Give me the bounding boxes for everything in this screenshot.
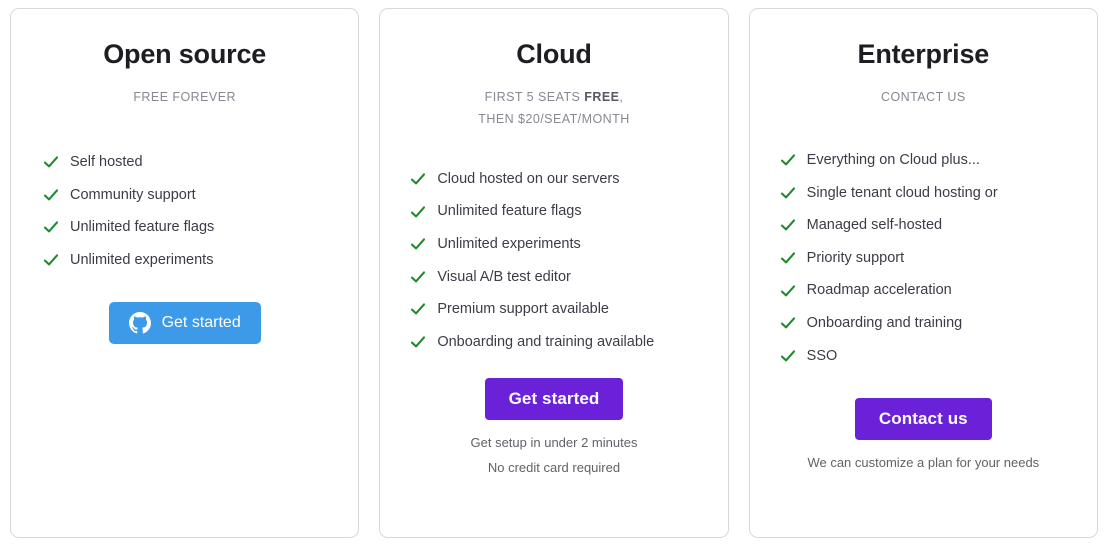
feature-item: SSO (780, 339, 1079, 372)
plan-title: Enterprise (857, 39, 990, 69)
feature-item: Unlimited experiments (410, 228, 709, 261)
check-icon (410, 171, 426, 187)
feature-label: Community support (70, 186, 196, 203)
check-icon (410, 269, 426, 285)
feature-item: Roadmap acceleration (780, 274, 1079, 307)
feature-item: Single tenant cloud hosting or (780, 177, 1079, 210)
feature-item: Community support (43, 179, 340, 212)
button-label: Get started (161, 314, 241, 332)
plan-subtitle-line1: CONTACT US (881, 90, 966, 105)
plan-title: Open source (103, 39, 267, 69)
check-icon (410, 236, 426, 252)
cta-notes: Get setup in under 2 minutes No credit c… (471, 420, 638, 480)
feature-label: Unlimited experiments (437, 236, 581, 253)
check-icon (780, 185, 796, 201)
feature-label: Onboarding and training (806, 314, 963, 331)
feature-label: Onboarding and training available (437, 333, 655, 350)
check-icon (43, 219, 59, 235)
cta-note-line: Get setup in under 2 minutes (470, 435, 638, 451)
feature-label: Premium support available (437, 301, 609, 318)
feature-label: Unlimited experiments (70, 251, 214, 268)
feature-item: Onboarding and training (780, 307, 1079, 340)
feature-item: Cloud hosted on our servers (410, 163, 709, 196)
plan-title: Cloud (516, 39, 592, 69)
feature-list: Cloud hosted on our servers Unlimited fe… (398, 131, 709, 359)
plan-card-cloud: Cloud FIRST 5 SEATS FREE, THEN $20/SEAT/… (379, 8, 729, 538)
cta-container: Get started (29, 276, 340, 345)
feature-item: Self hosted (43, 146, 340, 179)
feature-label: Self hosted (70, 153, 143, 170)
plan-subtitle: FIRST 5 SEATS FREE, THEN $20/SEAT/MONTH (478, 70, 629, 131)
feature-list: Everything on Cloud plus... Single tenan… (768, 109, 1079, 372)
cta-container: Get started Get setup in under 2 minutes… (398, 358, 709, 480)
feature-label: Everything on Cloud plus... (806, 151, 980, 168)
pricing-plans-grid: Open source FREE FOREVER Self hosted Com… (0, 0, 1108, 549)
feature-item: Visual A/B test editor (410, 261, 709, 294)
feature-label: Unlimited feature flags (70, 219, 215, 236)
feature-item: Priority support (780, 242, 1079, 275)
check-icon (780, 315, 796, 331)
button-label: Get started (508, 389, 600, 409)
check-icon (780, 250, 796, 266)
feature-label: Unlimited feature flags (437, 203, 582, 220)
cta-container: Contact us We can customize a plan for y… (768, 372, 1079, 476)
check-icon (410, 204, 426, 220)
feature-item: Managed self-hosted (780, 209, 1079, 242)
plan-subtitle: CONTACT US (881, 70, 966, 109)
check-icon (410, 301, 426, 317)
cta-note-line: We can customize a plan for your needs (807, 455, 1040, 471)
plan-card-enterprise: Enterprise CONTACT US Everything on Clou… (748, 8, 1098, 538)
feature-item: Unlimited feature flags (43, 211, 340, 244)
check-icon (780, 217, 796, 233)
check-icon (780, 152, 796, 168)
feature-label: Managed self-hosted (806, 217, 943, 234)
feature-label: Roadmap acceleration (806, 282, 952, 299)
feature-item: Onboarding and training available (410, 326, 709, 359)
button-label: Contact us (878, 409, 968, 429)
github-icon (128, 312, 151, 334)
plan-subtitle: FREE FOREVER (133, 70, 236, 109)
cta-notes: We can customize a plan for your needs (807, 440, 1039, 476)
check-icon (43, 187, 59, 203)
feature-label: SSO (806, 347, 838, 364)
get-started-github-button[interactable]: Get started (108, 302, 261, 345)
check-icon (780, 348, 796, 364)
feature-item: Premium support available (410, 293, 709, 326)
plan-subtitle-line1-tail: , (619, 90, 624, 105)
feature-label: Visual A/B test editor (437, 268, 571, 285)
feature-item: Unlimited experiments (43, 244, 340, 277)
check-icon (780, 283, 796, 299)
feature-list: Self hosted Community support Unlimited … (29, 109, 340, 276)
feature-label: Cloud hosted on our servers (437, 170, 620, 187)
plan-subtitle-line1: FREE FOREVER (133, 90, 236, 105)
plan-subtitle-line2: THEN $20/SEAT/MONTH (478, 111, 630, 126)
get-started-button[interactable]: Get started (484, 378, 624, 421)
contact-us-button[interactable]: Contact us (854, 398, 992, 441)
plan-subtitle-highlight: FREE (584, 90, 620, 105)
feature-item: Unlimited feature flags (410, 195, 709, 228)
plan-subtitle-line1: FIRST 5 SEATS (484, 90, 585, 105)
check-icon (43, 252, 59, 268)
feature-label: Single tenant cloud hosting or (806, 184, 998, 201)
check-icon (410, 334, 426, 350)
plan-card-open-source: Open source FREE FOREVER Self hosted Com… (10, 8, 360, 538)
cta-note-line: No credit card required (487, 460, 621, 476)
feature-item: Everything on Cloud plus... (780, 144, 1079, 177)
feature-label: Priority support (806, 249, 905, 266)
check-icon (43, 154, 59, 170)
